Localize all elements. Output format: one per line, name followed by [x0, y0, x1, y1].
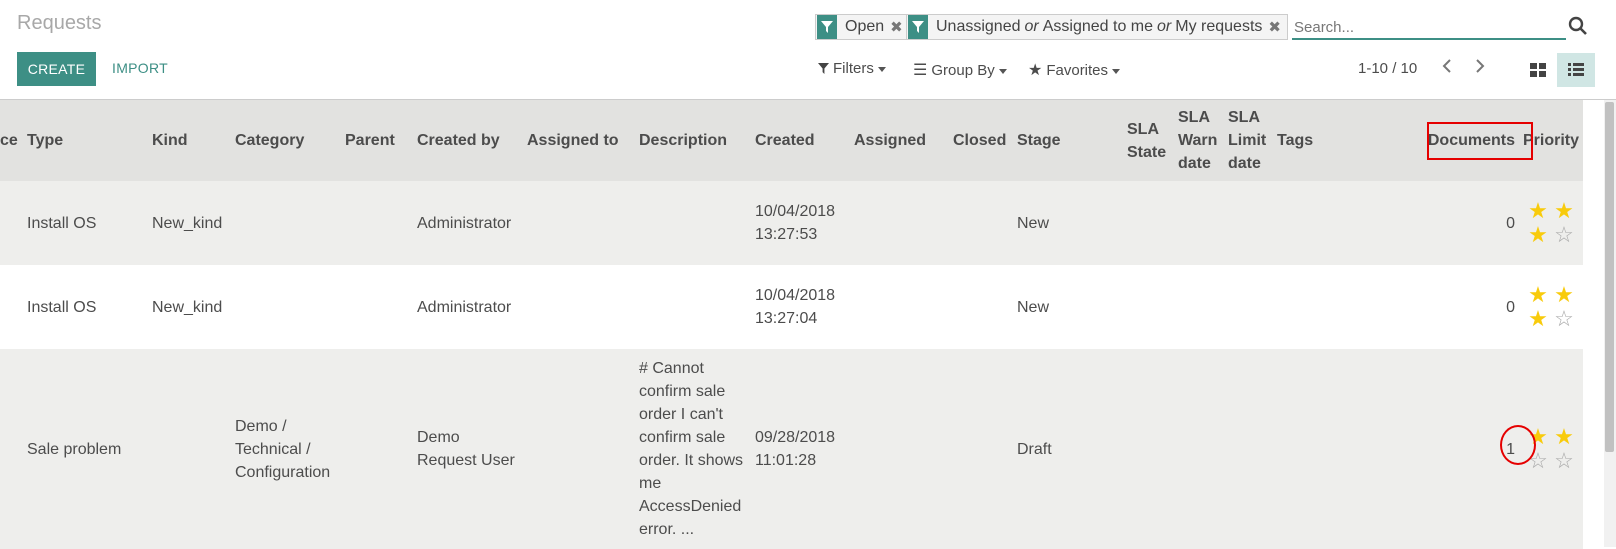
cell-type: Install OS	[27, 214, 97, 232]
requests-table: ce Type Kind Category Parent Created by …	[0, 100, 1584, 549]
star-empty-icon[interactable]: ☆	[1551, 449, 1577, 473]
caret-down-icon	[998, 68, 1007, 74]
facet-value: Open	[845, 18, 885, 35]
col-header-description[interactable]: Description	[635, 100, 751, 181]
search-facet-open[interactable]: Open ✖	[815, 14, 910, 40]
filters-dropdown[interactable]: Filters	[818, 60, 886, 77]
cell-kind	[148, 349, 231, 549]
star-filled-icon[interactable]: ★	[1551, 199, 1577, 223]
cell-created-by: Demo Request User	[417, 429, 515, 469]
col-header-created[interactable]: Created	[751, 100, 850, 181]
table-row[interactable]: Install OS New_kind Administrator 10/04/…	[0, 181, 1584, 265]
cell-description	[635, 265, 751, 349]
cell-created-by: Administrator	[417, 214, 512, 232]
col-header-stage[interactable]: Stage	[1013, 100, 1123, 181]
search-input[interactable]	[1292, 16, 1566, 40]
cell-kind: New_kind	[152, 298, 223, 316]
chevron-left-icon[interactable]	[1441, 58, 1453, 79]
star-filled-icon[interactable]: ★	[1525, 223, 1551, 247]
col-header-sla-warn-date[interactable]: SLA Warn date	[1174, 100, 1224, 181]
col-header-closed[interactable]: Closed	[949, 100, 1013, 181]
col-header-sla-limit-date[interactable]: SLA Limit date	[1224, 100, 1273, 181]
star-empty-icon[interactable]: ☆	[1551, 223, 1577, 247]
cell-stage: New	[1017, 214, 1050, 232]
cell-type: Sale problem	[27, 440, 122, 458]
star-filled-icon[interactable]: ★	[1551, 425, 1577, 449]
facet-separator: or	[1024, 18, 1039, 35]
col-header-tags[interactable]: Tags	[1273, 100, 1423, 181]
cell-documents: 0	[1506, 214, 1515, 232]
cell-kind: New_kind	[152, 214, 223, 232]
group-by-label: Group By	[931, 61, 995, 79]
cell-description	[635, 181, 751, 265]
cell-created: 10/04/2018 13:27:53	[755, 203, 836, 243]
cell-created-by: Administrator	[417, 298, 512, 316]
cell-category	[231, 265, 341, 349]
chevron-right-icon[interactable]	[1474, 58, 1486, 79]
col-header-category[interactable]: Category	[231, 100, 341, 181]
col-header-sla-state[interactable]: SLA State	[1123, 100, 1174, 181]
star-filled-icon[interactable]: ★	[1525, 307, 1551, 331]
col-header-assigned-to[interactable]: Assigned to	[523, 100, 635, 181]
scrollbar-thumb[interactable]	[1605, 102, 1614, 452]
import-button[interactable]: IMPORT	[112, 60, 168, 76]
col-header-parent[interactable]: Parent	[341, 100, 413, 181]
documents-highlight-box	[1427, 122, 1533, 160]
facet-value: Unassigned	[936, 18, 1021, 35]
favorites-dropdown[interactable]: ★ Favorites	[1028, 60, 1121, 80]
star-filled-icon[interactable]: ★	[1551, 283, 1577, 307]
cell-type: Install OS	[27, 298, 97, 316]
star-filled-icon[interactable]: ★	[1525, 283, 1551, 307]
star-filled-icon[interactable]: ★	[1525, 199, 1551, 223]
remove-facet-icon[interactable]: ✖	[1268, 18, 1281, 36]
col-header-kind[interactable]: Kind	[148, 100, 231, 181]
cell-category	[231, 181, 341, 265]
col-header-ref[interactable]: ce	[0, 100, 23, 181]
cell-stage: New	[1017, 298, 1050, 316]
facet-separator: or	[1157, 18, 1172, 35]
cell-created: 10/04/2018 13:27:04	[755, 287, 836, 327]
table-row[interactable]: Install OS New_kind Administrator 10/04/…	[0, 265, 1584, 349]
col-header-type[interactable]: Type	[23, 100, 148, 181]
caret-down-icon	[1112, 68, 1121, 74]
cell-documents: 0	[1506, 298, 1515, 316]
priority-widget[interactable]: ★ ★ ★ ☆	[1523, 283, 1579, 331]
group-by-dropdown[interactable]: ☰ Group By	[913, 60, 1007, 80]
search-icon[interactable]	[1568, 16, 1588, 41]
cell-stage: Draft	[1017, 440, 1052, 458]
list-view-icon[interactable]	[1557, 53, 1595, 87]
table-row[interactable]: Sale problem Demo / Technical / Configur…	[0, 349, 1584, 549]
caret-down-icon	[877, 67, 886, 72]
col-header-assigned[interactable]: Assigned	[850, 100, 949, 181]
pager-value[interactable]: 1-10 / 10	[1358, 60, 1417, 77]
cell-category: Demo / Technical / Configuration	[235, 417, 331, 481]
facet-value: Assigned to me	[1042, 18, 1154, 35]
kanban-view-icon[interactable]	[1519, 53, 1557, 87]
col-header-created-by[interactable]: Created by	[413, 100, 523, 181]
table-header-row: ce Type Kind Category Parent Created by …	[0, 100, 1584, 181]
list-icon: ☰	[913, 62, 928, 79]
remove-facet-icon[interactable]: ✖	[890, 18, 903, 36]
star-empty-icon[interactable]: ☆	[1551, 307, 1577, 331]
star-icon: ★	[1028, 62, 1043, 79]
priority-widget[interactable]: ★ ★ ★ ☆	[1523, 199, 1579, 247]
cell-description: # Cannot confirm sale order I can't conf…	[639, 360, 744, 538]
facet-value: My requests	[1175, 18, 1263, 35]
filter-icon	[817, 15, 837, 39]
cell-created: 09/28/2018 11:01:28	[755, 429, 836, 469]
filter-icon	[818, 63, 829, 74]
filter-icon	[908, 15, 928, 39]
page-title: Requests	[17, 12, 102, 34]
search-facet-assignment[interactable]: Unassigned or Assigned to me or My reque…	[906, 14, 1288, 40]
documents-highlight-circle	[1500, 425, 1536, 465]
create-button[interactable]: CREATE	[17, 52, 96, 86]
favorites-label: Favorites	[1046, 61, 1109, 79]
filters-label: Filters	[833, 60, 874, 77]
